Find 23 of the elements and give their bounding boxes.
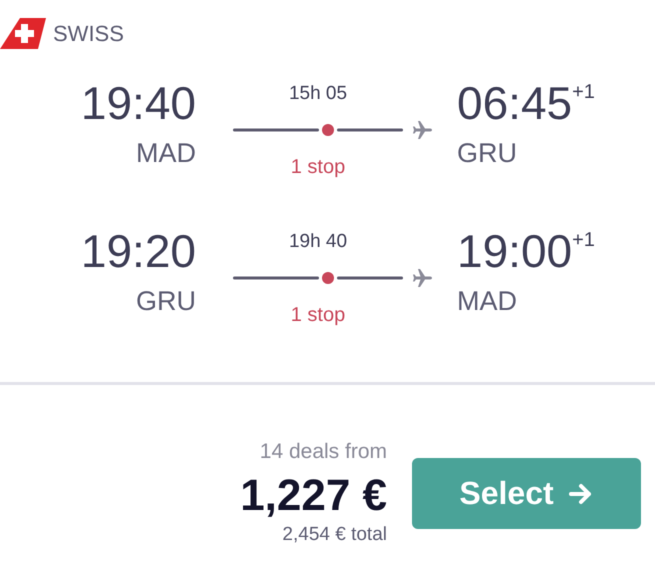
- price-amount: 1,227 €: [240, 471, 387, 521]
- stops-count: 1 stop: [290, 304, 346, 327]
- airport-code: GRU: [457, 137, 517, 169]
- select-button[interactable]: Select: [412, 458, 641, 529]
- airport-code: MAD: [136, 137, 196, 169]
- total-price: 2,454 € total: [282, 523, 387, 547]
- plane-icon: [411, 118, 435, 142]
- flight-duration: 19h 40: [288, 231, 348, 253]
- airport-code: GRU: [136, 285, 196, 317]
- airport-code: MAD: [457, 285, 517, 317]
- arrow-icon: [568, 482, 594, 506]
- flight-duration: 15h 05: [288, 83, 348, 105]
- deals-count: 14 deals from: [260, 439, 387, 465]
- plane-icon: [411, 266, 435, 290]
- day-offset: +1: [572, 81, 595, 104]
- stops-count: 1 stop: [290, 156, 346, 179]
- arrival-time: 06:45: [457, 77, 572, 129]
- day-offset: +1: [572, 229, 595, 252]
- departure-time: 19:40: [80, 77, 196, 129]
- arrival-time: 19:00: [457, 225, 572, 277]
- airline-logo: [0, 18, 46, 49]
- departure-time: 19:20: [80, 225, 196, 277]
- airline-name: SWISS: [53, 20, 124, 46]
